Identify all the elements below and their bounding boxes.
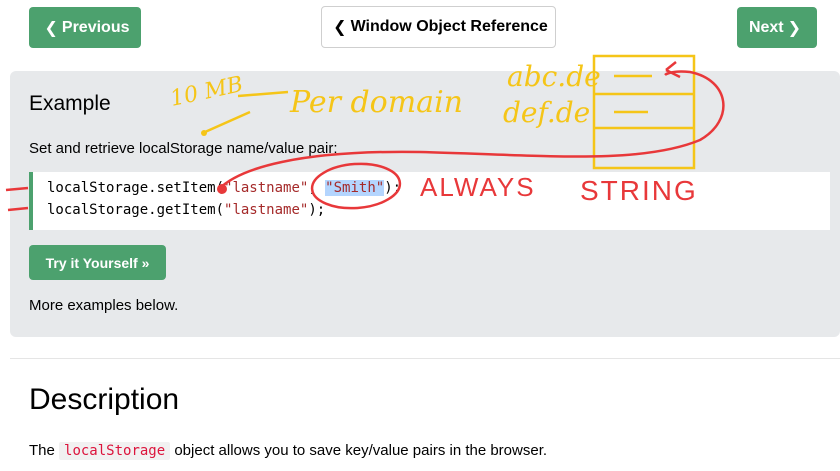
next-label: Next xyxy=(748,18,784,36)
window-object-reference-button[interactable]: ❮ Window Object Reference xyxy=(321,6,556,48)
chevron-left-icon: ❮ xyxy=(44,19,58,37)
example-title: Example xyxy=(29,92,111,115)
code-line-get: localStorage.getItem("lastname"); xyxy=(47,202,325,218)
description-heading: Description xyxy=(29,383,180,416)
desc-text-part: object allows you to save key/value pair… xyxy=(170,442,548,459)
code-string: "lastname" xyxy=(224,202,309,218)
code-block: localStorage.setItem("lastname", "Smith"… xyxy=(29,172,830,230)
code-text: localStorage.getItem( xyxy=(47,202,225,218)
code-text: localStorage.setItem( xyxy=(47,180,225,196)
chevron-right-icon: ❯ xyxy=(787,19,802,37)
chevron-left-icon: ❮ xyxy=(333,19,347,36)
more-examples-text: More examples below. xyxy=(29,297,179,314)
previous-label: Previous xyxy=(61,18,130,36)
code-text: ); xyxy=(384,180,402,196)
code-line-set: localStorage.setItem("lastname", "Smith"… xyxy=(47,180,401,196)
desc-text-part: The xyxy=(29,442,60,459)
previous-button[interactable]: ❮ Previous xyxy=(29,7,141,48)
try-it-yourself-button[interactable]: Try it Yourself » xyxy=(29,245,166,280)
example-description: Set and retrieve localStorage name/value… xyxy=(29,140,338,157)
localstorage-keyword: localStorage xyxy=(59,442,171,460)
next-button[interactable]: Next ❯ xyxy=(737,7,817,48)
code-string-selected: "Smith" xyxy=(325,180,385,196)
description-text: The localStorage object allows you to sa… xyxy=(29,442,548,460)
code-text: ); xyxy=(308,202,326,218)
code-text: , xyxy=(308,180,326,196)
reference-label: Window Object Reference xyxy=(350,18,548,35)
code-string: "lastname" xyxy=(224,180,309,196)
top-navigation: ❮ Previous ❮ Window Object Reference Nex… xyxy=(0,0,840,60)
section-divider xyxy=(10,358,840,359)
